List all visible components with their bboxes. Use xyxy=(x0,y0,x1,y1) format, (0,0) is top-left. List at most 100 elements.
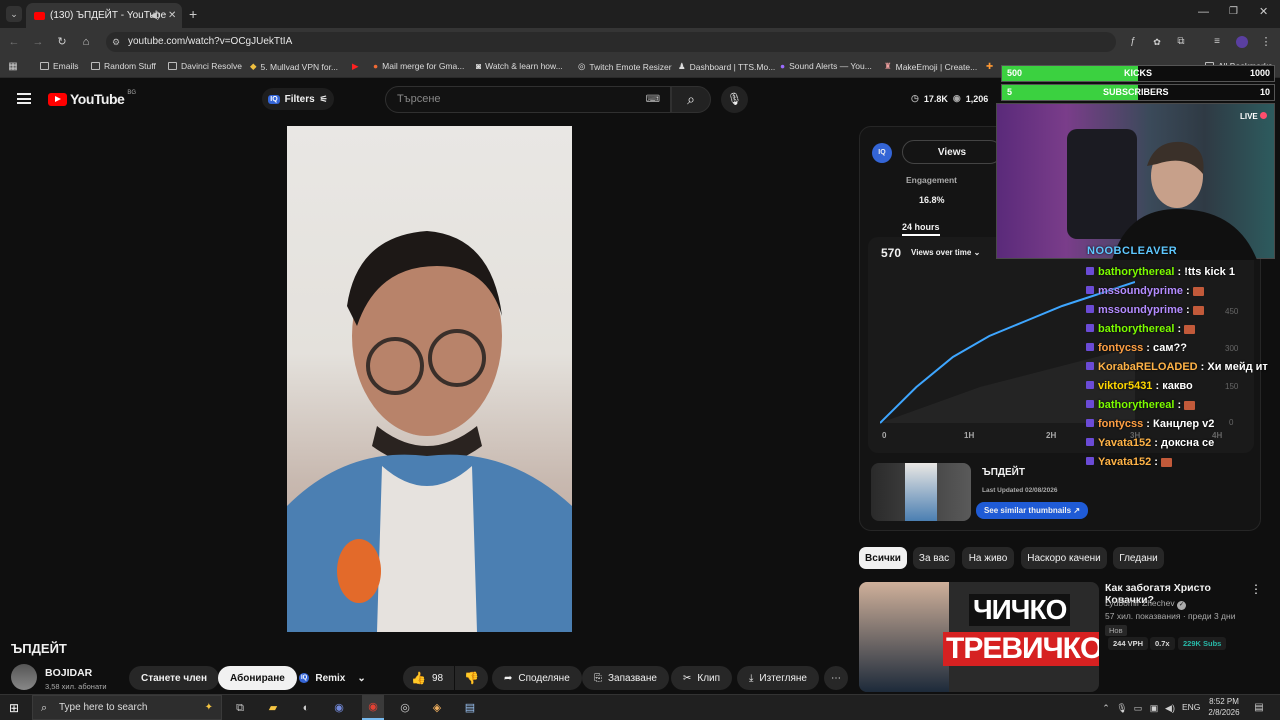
join-button[interactable]: Станете член xyxy=(129,666,220,690)
tab-title: (130) ЪПДЕЙТ - YouTube xyxy=(50,10,167,21)
apps-grid-icon[interactable]: ▦ xyxy=(6,60,20,74)
download-button[interactable]: ⤓ Изтегляне xyxy=(737,666,819,690)
app-window-icon[interactable]: ▤ xyxy=(463,701,477,715)
notifications-icon[interactable]: ▤ xyxy=(1252,701,1266,715)
bookmark-item[interactable]: Davinci Resolve xyxy=(168,61,242,71)
voice-search-button[interactable]: 🎙 xyxy=(721,86,748,113)
chat-username[interactable]: bathorythereal xyxy=(1098,323,1174,335)
bookmark-item[interactable]: ◙ Watch & learn how... xyxy=(476,61,563,71)
restore-button[interactable]: ❐ xyxy=(1229,6,1238,17)
chip-live[interactable]: На живо xyxy=(962,547,1014,569)
more-actions-button[interactable]: ⋯ xyxy=(824,666,848,690)
camera-icon: ◙ xyxy=(476,61,482,71)
thumbnail-card[interactable] xyxy=(871,463,971,521)
new-tab-button[interactable]: + xyxy=(189,6,197,22)
see-similar-thumbnails-button[interactable]: See similar thumbnails ↗ xyxy=(976,502,1088,519)
file-explorer-icon[interactable]: ▰ xyxy=(266,701,280,715)
chat-username[interactable]: bathorythereal xyxy=(1098,266,1174,278)
remix-button[interactable]: IQ Remix ⌄ xyxy=(295,666,370,690)
tab-views[interactable]: Views xyxy=(902,140,1002,164)
chat-username[interactable]: bathorythereal xyxy=(1098,399,1174,411)
browser-tab[interactable]: (130) ЪПДЕЙТ - YouTube ◀) ✕ xyxy=(26,3,182,28)
reload-icon[interactable]: ↻ xyxy=(55,35,69,49)
youtube-logo[interactable]: YouTube BG xyxy=(48,90,136,107)
speaker-icon[interactable]: ◀) xyxy=(150,10,160,21)
chat-username[interactable]: mssoundyprime xyxy=(1098,285,1183,297)
mic-tray-icon[interactable]: 🎙 xyxy=(1115,701,1129,715)
minimize-button[interactable]: — xyxy=(1198,6,1209,18)
channel-avatar[interactable] xyxy=(11,664,37,690)
bookmark-item[interactable]: ✚ xyxy=(986,61,993,72)
profile-avatar[interactable] xyxy=(1236,36,1248,48)
media-control-icon[interactable]: ≡ xyxy=(1210,35,1224,49)
chip-all[interactable]: Всички xyxy=(859,547,907,569)
sliders-icon: ⚟ xyxy=(319,93,328,104)
bookmark-item[interactable]: ▶ xyxy=(352,61,359,72)
chat-username[interactable]: mssoundyprime xyxy=(1098,304,1183,316)
clock[interactable]: 8:52 PM 2/8/2026 xyxy=(1206,696,1242,718)
share-button[interactable]: ➦ Споделяне xyxy=(492,666,582,690)
tray-chevron-icon[interactable]: ⌃ xyxy=(1099,701,1113,715)
forward-icon[interactable]: → xyxy=(31,35,45,49)
back-icon[interactable]: ← xyxy=(7,35,21,49)
search-button[interactable]: ⌕ xyxy=(671,86,711,113)
chrome-icon-active[interactable]: ◉ xyxy=(362,695,384,720)
chip-watched[interactable]: Гледани xyxy=(1113,547,1164,569)
bookmark-item[interactable]: ♜ MakeEmoji | Create... xyxy=(884,61,977,72)
channel-name[interactable]: BOJIDAR xyxy=(45,667,92,679)
app-fish-icon[interactable]: ◈ xyxy=(430,701,444,715)
app-icon[interactable]: ◐ xyxy=(299,701,313,715)
views-over-time-dropdown[interactable]: Views over time ⌄ xyxy=(911,248,980,257)
chat-username[interactable]: KorabaRELOADED xyxy=(1098,361,1198,373)
tab-search-button[interactable]: ⌄ xyxy=(6,6,22,22)
globe-icon: ◎ xyxy=(578,61,586,71)
chat-username[interactable]: fontycss xyxy=(1098,342,1143,354)
bookmark-item[interactable]: ◆ 5. Mullvad VPN for... xyxy=(250,61,338,72)
extensions-puzzle-icon[interactable]: ⧉ xyxy=(1174,35,1188,49)
task-view-icon[interactable]: ⧉ xyxy=(233,701,247,715)
home-icon[interactable]: ⌂ xyxy=(79,35,93,49)
filters-button[interactable]: IQ Filters ⚟ xyxy=(262,88,334,110)
rec-more-icon[interactable]: ⋮ xyxy=(1250,582,1262,596)
search-input[interactable]: Търсене ⌨ xyxy=(385,86,671,113)
bookmark-item[interactable]: ● Mail merge for Gma... xyxy=(373,61,464,71)
y-tick-450: 450 xyxy=(1225,307,1239,316)
language-indicator[interactable]: ENG xyxy=(1182,702,1200,712)
taskbar-search[interactable]: ⌕ Type here to search ✦ xyxy=(32,695,222,720)
video-player[interactable] xyxy=(287,126,572,632)
menu-icon[interactable]: ⋮ xyxy=(1259,35,1273,49)
extension-fx-icon[interactable]: ƒ xyxy=(1126,35,1140,49)
tab-close-icon[interactable]: ✕ xyxy=(168,10,176,21)
subscribe-button[interactable]: Абониране xyxy=(218,666,297,690)
dislike-button[interactable]: 👎 xyxy=(455,666,488,690)
site-info-icon[interactable]: ⚙ xyxy=(112,32,120,52)
discord-icon[interactable]: ◉ xyxy=(332,701,346,715)
obs-icon[interactable]: ◎ xyxy=(398,701,412,715)
close-window-button[interactable]: ✕ xyxy=(1259,5,1268,18)
chip-for-you[interactable]: За вас xyxy=(913,547,955,569)
bookmark-item[interactable]: Emails xyxy=(40,61,79,71)
bookmark-item[interactable]: Random Stuff xyxy=(91,61,156,71)
keyboard-icon[interactable]: ⌨ xyxy=(646,87,660,112)
chat-username[interactable]: viktor5431 xyxy=(1098,380,1152,392)
chip-recently-uploaded[interactable]: Наскоро качени xyxy=(1021,547,1107,569)
bookmark-item[interactable]: ● Sound Alerts — You... xyxy=(780,61,872,71)
volume-tray-icon[interactable]: ◀) xyxy=(1163,701,1177,715)
bookmark-item[interactable]: ◎ Twitch Emote Resizer xyxy=(578,61,672,72)
network-tray-icon[interactable]: ▣ xyxy=(1147,701,1161,715)
chat-username[interactable]: Yavata152 xyxy=(1098,456,1151,468)
clip-button[interactable]: ✂ Клип xyxy=(671,666,733,690)
rec-channel[interactable]: Lyubomir Zhechev ✓ xyxy=(1105,598,1186,610)
address-input[interactable]: ⚙ youtube.com/watch?v=OCgJUekTtIA xyxy=(106,32,1116,52)
rec-thumbnail[interactable]: ЧИЧКО ТРЕВИЧКО xyxy=(859,582,1099,692)
like-button[interactable]: 👍 98 xyxy=(403,666,454,690)
bookmark-item[interactable]: ♟ Dashboard | TTS.Mo... xyxy=(678,61,775,72)
extension-icon[interactable]: ✿ xyxy=(1150,35,1164,49)
save-button[interactable]: ⎘ Запазване xyxy=(582,666,669,690)
guide-menu-icon[interactable] xyxy=(17,93,31,104)
display-tray-icon[interactable]: ▭ xyxy=(1131,701,1145,715)
chat-username[interactable]: Yavata152 xyxy=(1098,437,1151,449)
start-button[interactable]: ⊞ xyxy=(9,701,19,715)
chat-username[interactable]: fontycss xyxy=(1098,418,1143,430)
range-24h-tab[interactable]: 24 hours xyxy=(902,222,940,236)
